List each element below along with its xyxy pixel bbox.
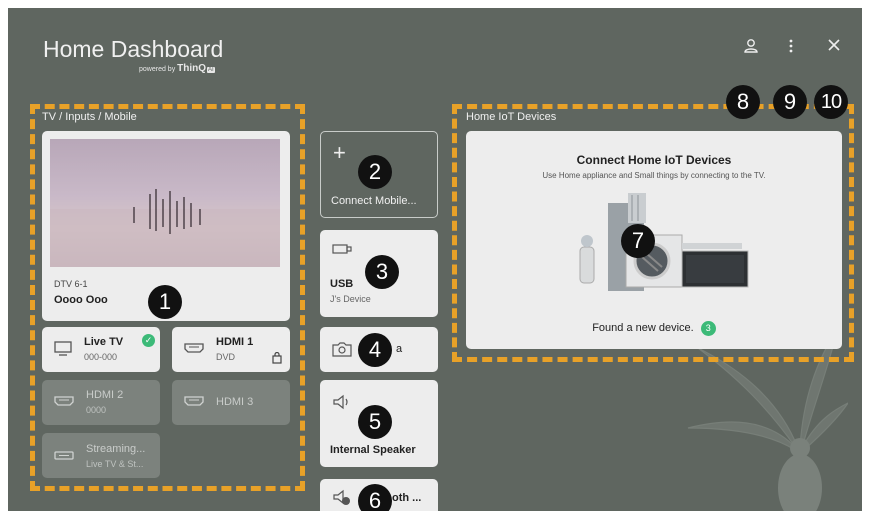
speaker-label: Internal Speaker <box>330 444 416 456</box>
marker-6: 6 <box>358 484 392 511</box>
input-hdmi-1[interactable]: HDMI 1 DVD <box>172 327 290 372</box>
page-title: Home Dashboard <box>43 36 224 62</box>
input-sub: 0000 <box>86 405 107 415</box>
iot-title: Connect Home IoT Devices <box>576 153 732 167</box>
camera-icon <box>332 341 352 360</box>
marker-5: 5 <box>358 405 392 439</box>
input-label: HDMI 2 <box>86 389 124 401</box>
usb-icon <box>332 242 352 258</box>
check-icon: ✓ <box>142 334 155 347</box>
lock-icon <box>272 351 282 367</box>
hdmi-icon <box>184 342 204 359</box>
speaker-icon <box>332 394 352 413</box>
input-label: HDMI 3 <box>216 396 254 408</box>
input-hdmi-3[interactable]: HDMI 3 <box>172 380 290 425</box>
connect-mobile-label: Connect Mobile... <box>331 195 417 207</box>
hdmi-icon <box>184 395 204 412</box>
marker-1: 1 <box>148 285 182 319</box>
tv-icon <box>54 341 72 360</box>
ai-badge: AI <box>207 67 215 73</box>
marker-8: 8 <box>726 85 760 119</box>
hdmi-icon <box>54 395 74 412</box>
brand-name: ThinQ <box>177 63 207 74</box>
iot-panel[interactable]: Connect Home IoT Devices Use Home applia… <box>466 131 842 349</box>
tv-channel: DTV 6-1 <box>54 279 88 289</box>
streaming-icon <box>54 449 74 465</box>
marker-9: 9 <box>773 85 807 119</box>
input-sub: Live TV & St... <box>86 459 144 469</box>
input-hdmi-2[interactable]: HDMI 2 0000 <box>42 380 160 425</box>
close-icon[interactable] <box>827 38 841 57</box>
input-label: HDMI 1 <box>216 336 254 348</box>
bluetooth-speaker-label: oth ... <box>392 492 422 504</box>
powered-prefix: powered by <box>139 66 176 73</box>
appliances-illustration <box>579 193 749 291</box>
found-device-text: Found a new device. <box>592 322 694 334</box>
marker-2: 2 <box>358 155 392 189</box>
iot-section-label: Home IoT Devices <box>466 111 557 123</box>
more-vert-icon[interactable] <box>788 38 794 59</box>
usb-device: J's Device <box>330 294 371 304</box>
marker-4: 4 <box>358 333 392 367</box>
dashboard-screen: Home Dashboard powered by ThinQ AI 8 9 10… <box>8 8 862 511</box>
tv-preview-image <box>50 139 280 267</box>
marker-3: 3 <box>365 255 399 289</box>
marker-10: 10 <box>814 85 848 119</box>
marker-7: 7 <box>621 224 655 258</box>
iot-subtitle: Use Home appliance and Small things by c… <box>542 171 766 180</box>
powered-by-label: powered by ThinQ AI <box>139 63 215 74</box>
inputs-section-label: TV / Inputs / Mobile <box>42 111 137 123</box>
input-label: Streaming... <box>86 443 146 455</box>
bluetooth-speaker-icon <box>332 489 352 510</box>
input-sub: 000-000 <box>84 352 118 362</box>
plus-icon: + <box>333 140 346 165</box>
found-count-badge: 3 <box>700 321 716 336</box>
usb-label: USB <box>330 278 354 290</box>
input-sub: DVD <box>216 352 236 362</box>
tv-program: Oooo Ooo <box>54 294 108 306</box>
person-icon[interactable] <box>743 38 759 59</box>
input-streaming[interactable]: Streaming... Live TV & St... <box>42 433 160 478</box>
input-label: Live TV <box>84 336 124 348</box>
found-device-row[interactable]: Found a new device. 3 <box>466 321 842 336</box>
input-live-tv[interactable]: Live TV 000-000 ✓ <box>42 327 160 372</box>
camera-label: a <box>396 343 403 355</box>
